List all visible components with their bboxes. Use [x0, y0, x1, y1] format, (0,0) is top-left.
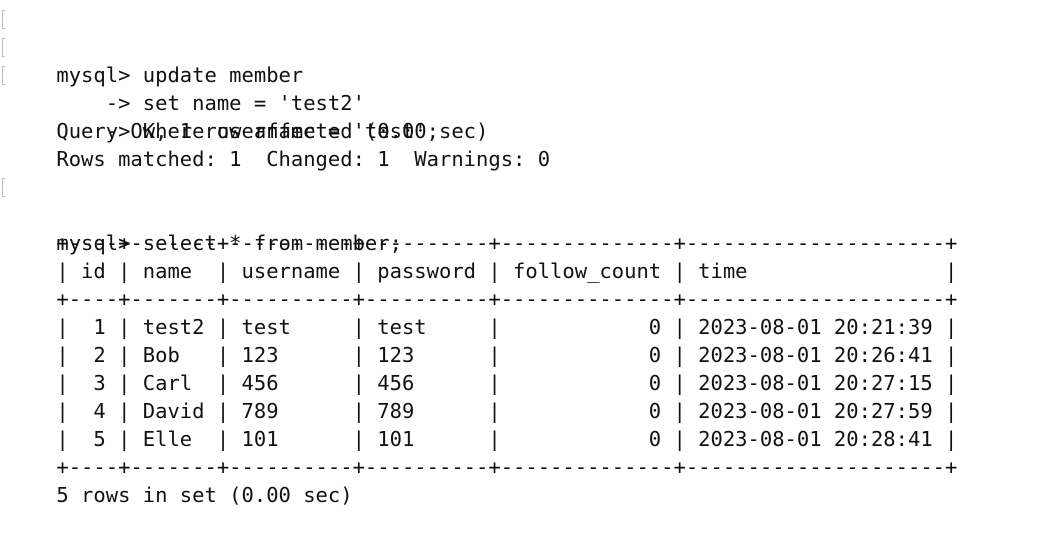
table-header-row: | id | name | username | password | foll… — [7, 229, 1048, 283]
rows-in-set-message: 5 rows in set (0.00 sec) — [56, 483, 353, 507]
command-continuation-line: -> set name = 'test2' — [2, 33, 1048, 115]
query-result-line: Query OK, 1 row affected (0.00 sec) — [7, 89, 1048, 143]
line-marker — [2, 66, 5, 85]
line-marker — [2, 178, 5, 197]
result-footer-line: 5 rows in set (0.00 sec) — [7, 453, 1048, 507]
table-row: | 1 | test2 | test | test | 0 | 2023-08-… — [7, 285, 1048, 339]
line-marker — [2, 38, 5, 57]
table-row: | 3 | Carl | 456 | 456 | 0 | 2023-08-01 … — [7, 341, 1048, 395]
command-line-update: mysql> update member — [2, 5, 1048, 87]
table-row: | 5 | Elle | 101 | 101 | 0 | 2023-08-01 … — [7, 397, 1048, 451]
command-line-select: mysql> select * from member; — [2, 173, 1048, 255]
table-row: | 4 | David | 789 | 789 | 0 | 2023-08-01… — [7, 369, 1048, 423]
table-border-top: +----+-------+----------+----------+----… — [7, 201, 1048, 255]
terminal-window[interactable]: mysql> update member -> set name = 'test… — [0, 0, 1048, 507]
command-continuation-line: -> where username = 'test'; — [2, 61, 1048, 143]
table-border-bottom: +----+-------+----------+----------+----… — [7, 425, 1048, 479]
table-row: | 2 | Bob | 123 | 123 | 0 | 2023-08-01 2… — [7, 313, 1048, 367]
table-border-mid: +----+-------+----------+----------+----… — [7, 257, 1048, 311]
line-marker — [2, 10, 5, 29]
query-result-line: Rows matched: 1 Changed: 1 Warnings: 0 — [7, 117, 1048, 171]
